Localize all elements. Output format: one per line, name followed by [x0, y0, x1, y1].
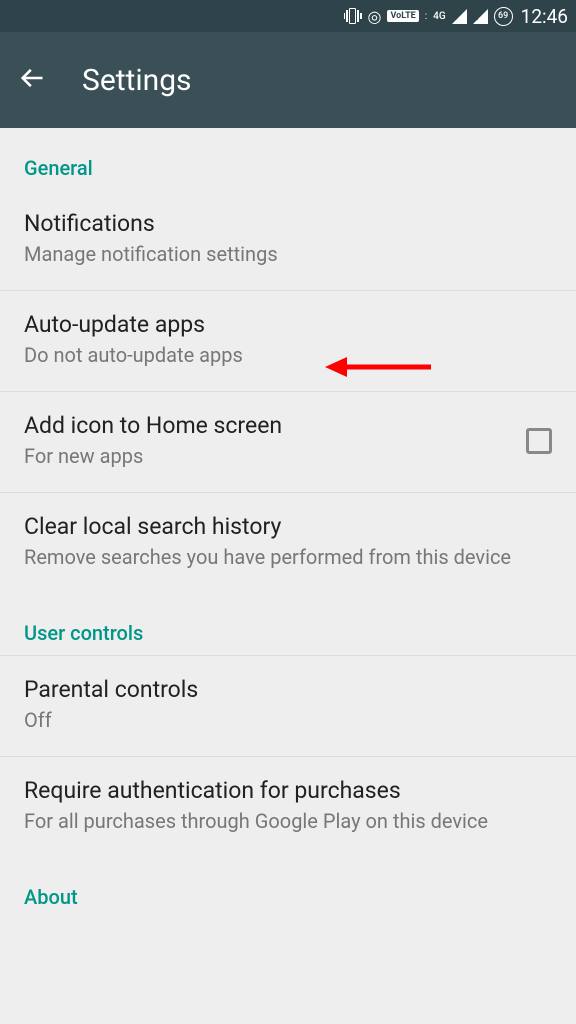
item-title: Notifications [24, 210, 552, 237]
item-add-icon-home[interactable]: Add icon to Home screen For new apps [0, 392, 576, 493]
item-subtitle: For all purchases through Google Play on… [24, 808, 552, 835]
clock: 12:46 [521, 5, 568, 28]
settings-content: General Notifications Manage notificatio… [0, 128, 576, 919]
item-title: Parental controls [24, 676, 552, 703]
item-subtitle: Manage notification settings [24, 241, 552, 268]
section-header-general: General [0, 128, 576, 190]
section-header-user-controls: User controls [0, 593, 576, 655]
item-title: Require authentication for purchases [24, 777, 552, 804]
item-title: Clear local search history [24, 513, 552, 540]
item-subtitle: For new apps [24, 443, 506, 470]
battery-percent: 69 [498, 11, 508, 21]
app-bar: Settings [0, 32, 576, 128]
signal-icon-2-roaming [473, 9, 488, 24]
back-icon[interactable] [18, 64, 46, 96]
hotspot-icon: ◎ [368, 7, 382, 26]
volte-badge: VoLTE [387, 10, 418, 22]
item-clear-search-history[interactable]: Clear local search history Remove search… [0, 493, 576, 593]
item-subtitle: Do not auto-update apps [24, 342, 552, 369]
item-subtitle: Remove searches you have performed from … [24, 544, 552, 571]
item-parental-controls[interactable]: Parental controls Off [0, 655, 576, 757]
checkbox-add-icon[interactable] [526, 428, 552, 454]
item-title: Add icon to Home screen [24, 412, 506, 439]
battery-icon: 69 [494, 7, 513, 26]
item-auto-update[interactable]: Auto-update apps Do not auto-update apps [0, 291, 576, 392]
network-label: 4G [433, 12, 446, 21]
signal-icon-1 [452, 9, 467, 24]
status-bar: ◎ VoLTE : 4G 69 12:46 [0, 0, 576, 32]
item-title: Auto-update apps [24, 311, 552, 338]
page-title: Settings [82, 63, 192, 98]
vibrate-icon [344, 8, 362, 24]
item-subtitle: Off [24, 707, 552, 734]
section-header-about: About [0, 857, 576, 919]
status-colon: : [425, 11, 427, 22]
item-notifications[interactable]: Notifications Manage notification settin… [0, 190, 576, 291]
item-require-auth[interactable]: Require authentication for purchases For… [0, 757, 576, 857]
